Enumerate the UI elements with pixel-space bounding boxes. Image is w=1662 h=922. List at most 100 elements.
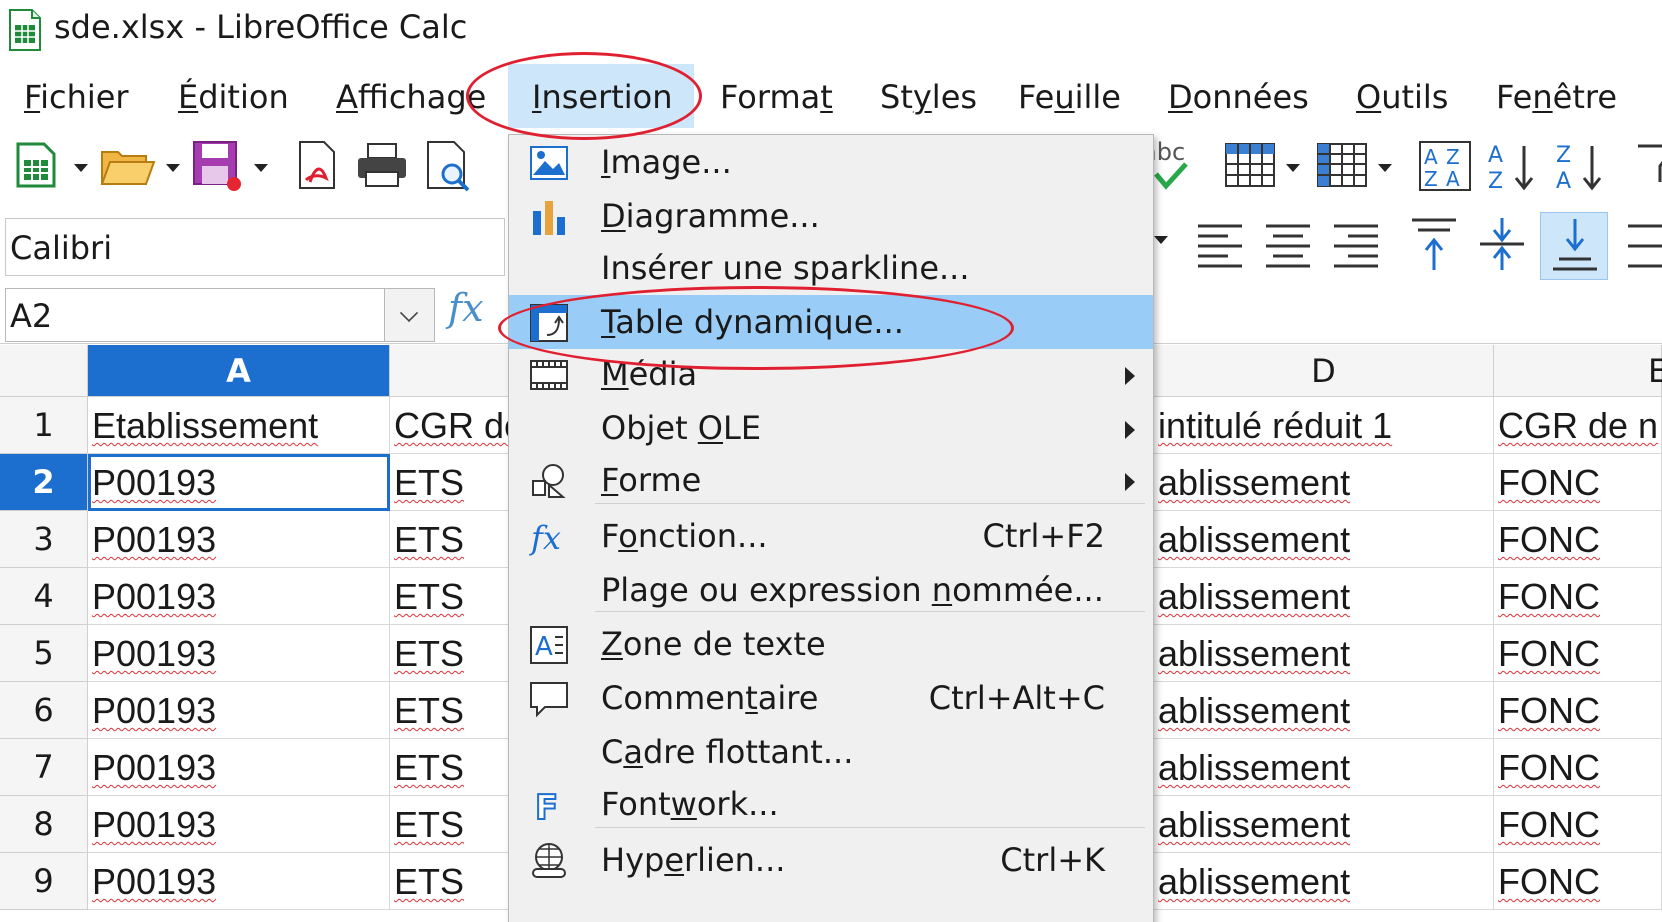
column-table-icon[interactable] — [1316, 142, 1368, 188]
cell-e7[interactable]: FONC — [1494, 739, 1662, 796]
menu-outils[interactable]: Outils — [1356, 78, 1448, 116]
align-top-icon[interactable] — [1410, 216, 1458, 272]
align-bottom-button[interactable] — [1540, 212, 1608, 280]
menu-donnees[interactable]: Données — [1168, 78, 1309, 116]
sort-icon[interactable]: A Z Z A — [1418, 140, 1472, 192]
menu-item-cadre-flottant[interactable]: Cadre flottant... — [509, 725, 1153, 779]
function-wizard-icon[interactable]: fx — [448, 286, 484, 330]
cell-d8[interactable]: ablissement — [1154, 796, 1494, 853]
cell-a6[interactable]: P00193 — [88, 682, 390, 739]
menu-item-fontwork[interactable]: F Fontwork... — [509, 777, 1153, 831]
menu-item-diagramme[interactable]: Diagramme... — [509, 189, 1153, 243]
export-pdf-icon[interactable] — [296, 140, 342, 192]
cell-e1[interactable]: CGR de n — [1494, 397, 1662, 454]
menu-fenetre[interactable]: Fenêtre — [1496, 78, 1617, 116]
print-preview-icon[interactable] — [424, 140, 474, 192]
wrap-text-icon[interactable] — [1626, 220, 1662, 268]
cell-e5[interactable]: FONC — [1494, 625, 1662, 682]
cell-d3[interactable]: ablissement — [1154, 511, 1494, 568]
cell-b4[interactable]: ETS — [390, 568, 510, 625]
menu-item-inserer-une-sparkline[interactable]: Insérer une sparkline... — [509, 241, 1153, 295]
name-box[interactable]: A2 — [5, 288, 435, 342]
cell-e4[interactable]: FONC — [1494, 568, 1662, 625]
row-header-1[interactable]: 1 — [0, 397, 88, 454]
sort-ascending-icon[interactable]: A Z — [1486, 138, 1540, 194]
row-header-4[interactable]: 4 — [0, 568, 88, 625]
new-spreadsheet-icon[interactable] — [14, 140, 58, 190]
row-header-5[interactable]: 5 — [0, 625, 88, 682]
menu-insertion[interactable]: Insertion — [532, 78, 673, 116]
menu-format[interactable]: Format — [720, 78, 833, 116]
menu-item-image[interactable]: Image... — [509, 135, 1153, 189]
cell-d1[interactable]: intitulé réduit 1 — [1154, 397, 1494, 454]
cell-d9[interactable]: ablissement — [1154, 853, 1494, 910]
cell-b9[interactable]: ETS — [390, 853, 510, 910]
column-header-d[interactable]: D — [1154, 345, 1494, 397]
cell-b5[interactable]: ETS — [390, 625, 510, 682]
autofilter-icon[interactable] — [1636, 142, 1662, 188]
cell-d2[interactable]: ablissement — [1154, 454, 1494, 511]
align-middle-icon[interactable] — [1478, 216, 1526, 272]
save-icon[interactable] — [192, 140, 244, 192]
print-icon[interactable] — [356, 142, 408, 190]
cell-b6[interactable]: ETS — [390, 682, 510, 739]
menu-item-hyperlien[interactable]: Hyperlien... Ctrl+K — [509, 833, 1153, 887]
cell-e8[interactable]: FONC — [1494, 796, 1662, 853]
cell-d7[interactable]: ablissement — [1154, 739, 1494, 796]
name-box-dropdown-button[interactable] — [384, 289, 434, 341]
cell-e9[interactable]: FONC — [1494, 853, 1662, 910]
cell-b2[interactable]: ETS — [390, 454, 510, 511]
cell-e2[interactable]: FONC — [1494, 454, 1662, 511]
cell-d4[interactable]: ablissement — [1154, 568, 1494, 625]
row-header-8[interactable]: 8 — [0, 796, 88, 853]
cell-b3[interactable]: ETS — [390, 511, 510, 568]
cell-a9[interactable]: P00193 — [88, 853, 390, 910]
font-name-combobox[interactable]: Calibri — [5, 218, 505, 276]
cell-a8[interactable]: P00193 — [88, 796, 390, 853]
menu-item-media[interactable]: Média — [509, 347, 1153, 401]
menu-affichage[interactable]: Affichage — [336, 78, 486, 116]
align-left-icon[interactable] — [1196, 220, 1244, 268]
cell-d5[interactable]: ablissement — [1154, 625, 1494, 682]
cell-a7[interactable]: P00193 — [88, 739, 390, 796]
column-header-a[interactable]: A — [88, 345, 390, 397]
menu-item-objet-ole[interactable]: Objet OLE — [509, 401, 1153, 455]
row-table-icon[interactable] — [1224, 142, 1276, 188]
menu-item-zone-de-texte[interactable]: A Zone de texte — [509, 617, 1153, 671]
corner-select-all[interactable] — [0, 345, 88, 397]
cell-a4[interactable]: P00193 — [88, 568, 390, 625]
cell-d6[interactable]: ablissement — [1154, 682, 1494, 739]
menu-separator — [595, 827, 1145, 828]
open-folder-icon[interactable] — [100, 144, 156, 188]
align-right-icon[interactable] — [1332, 220, 1380, 268]
cell-b8[interactable]: ETS — [390, 796, 510, 853]
cell-text: FONC — [1498, 633, 1600, 674]
cell-a1[interactable]: Etablissement — [88, 397, 390, 454]
row-header-6[interactable]: 6 — [0, 682, 88, 739]
cell-e6[interactable]: FONC — [1494, 682, 1662, 739]
cell-e3[interactable]: FONC — [1494, 511, 1662, 568]
cell-a5[interactable]: P00193 — [88, 625, 390, 682]
menu-item-commentaire[interactable]: Commentaire Ctrl+Alt+C — [509, 671, 1153, 725]
menu-styles[interactable]: Styles — [880, 78, 977, 116]
row-header-3[interactable]: 3 — [0, 511, 88, 568]
sort-descending-icon[interactable]: Z A — [1554, 138, 1608, 194]
menu-item-plage-ou-expression-nommee[interactable]: Plage ou expression nommée... — [509, 563, 1153, 617]
column-header-b[interactable] — [390, 345, 510, 397]
cell-a3[interactable]: P00193 — [88, 511, 390, 568]
align-center-icon[interactable] — [1264, 220, 1312, 268]
menu-edition[interactable]: Édition — [178, 78, 289, 116]
row-header-9[interactable]: 9 — [0, 853, 88, 910]
column-header-e[interactable]: E — [1494, 345, 1662, 397]
cell-b7[interactable]: ETS — [390, 739, 510, 796]
row-header-2[interactable]: 2 — [0, 454, 88, 511]
menu-item-forme[interactable]: Forme — [509, 453, 1153, 507]
menu-item-table-dynamique[interactable]: Table dynamique... — [509, 295, 1153, 349]
row-header-7[interactable]: 7 — [0, 739, 88, 796]
menu-item-fonction[interactable]: fx Fonction... Ctrl+F2 — [509, 509, 1153, 563]
pivot-table-icon — [530, 304, 568, 342]
menu-fichier[interactable]: Fichier — [24, 78, 129, 116]
cell-b1[interactable]: CGR de — [390, 397, 510, 454]
menu-feuille[interactable]: Feuille — [1018, 78, 1121, 116]
cell-text: FONC — [1498, 747, 1600, 788]
